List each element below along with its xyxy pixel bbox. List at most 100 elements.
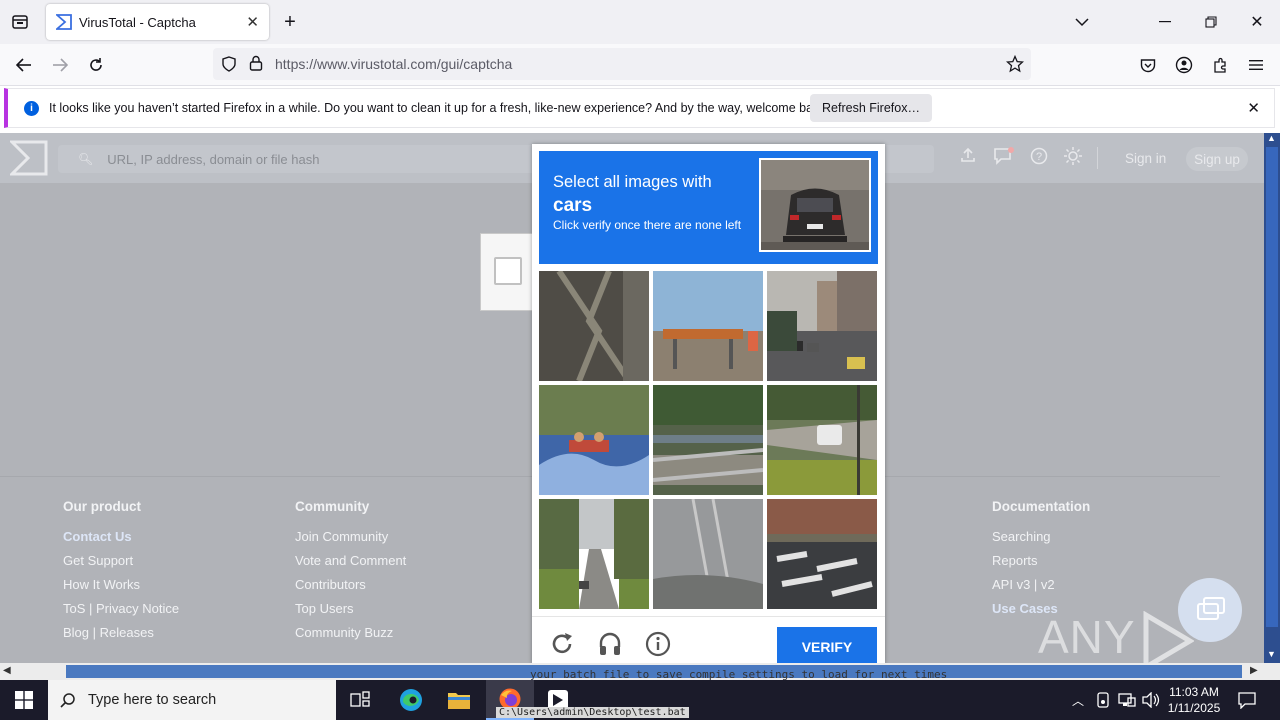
captcha-tile-5[interactable] [653, 385, 763, 495]
footer-link-how-it-works[interactable]: How It Works [63, 577, 179, 594]
notifications-icon[interactable] [994, 147, 1014, 170]
footer-link-vote-comment[interactable]: Vote and Comment [295, 553, 406, 570]
network-drive-icon[interactable] [1096, 692, 1110, 713]
vertical-scroll-thumb[interactable] [1266, 147, 1278, 627]
captcha-tile-6[interactable] [767, 385, 877, 495]
header-divider [1097, 147, 1098, 169]
task-view-button[interactable] [336, 680, 384, 720]
captcha-image-grid [539, 271, 878, 609]
recaptcha-checkbox[interactable] [494, 257, 522, 285]
pocket-icon[interactable] [1138, 55, 1158, 75]
url-bar[interactable]: https://www.virustotal.com/gui/captcha [213, 48, 1031, 80]
footer-link-blog[interactable]: Blog | Releases [63, 625, 179, 642]
virustotal-favicon-icon [56, 14, 72, 30]
captcha-tile-1[interactable] [539, 271, 649, 381]
captcha-instructions: Select all images with cars Click verify… [539, 151, 878, 264]
footer-link-join-community[interactable]: Join Community [295, 529, 406, 546]
minimize-icon[interactable] [1155, 12, 1175, 32]
bookmark-star-icon[interactable] [1005, 54, 1025, 76]
captcha-footer: VERIFY [532, 616, 885, 667]
theme-sun-icon[interactable] [1064, 147, 1082, 170]
footer-link-community-buzz[interactable]: Community Buzz [295, 625, 406, 642]
search-placeholder: URL, IP address, domain or file hash [107, 151, 320, 167]
window-close-icon[interactable]: ✕ [1247, 12, 1267, 32]
url-text[interactable]: https://www.virustotal.com/gui/captcha [275, 56, 512, 72]
system-clock[interactable]: 11:03 AM 1/11/2025 [1160, 684, 1228, 716]
info-help-icon[interactable] [645, 631, 671, 657]
menu-icon[interactable] [1246, 55, 1266, 75]
tab-close-icon[interactable]: ✕ [246, 13, 259, 31]
footer-link-api[interactable]: API v3 | v2 [992, 577, 1090, 594]
taskbar-edge[interactable] [387, 680, 435, 720]
sign-in-link[interactable]: Sign in [1125, 151, 1166, 166]
scroll-right-arrow-icon[interactable]: ▶ [1250, 665, 1258, 676]
extensions-icon[interactable] [1210, 55, 1230, 75]
footer-link-contact-us[interactable]: Contact Us [63, 529, 179, 546]
firefox-notification-bar: i It looks like you haven’t started Fire… [4, 88, 1275, 128]
notification-message: It looks like you haven’t started Firefo… [49, 101, 830, 115]
sign-up-button[interactable]: Sign up [1186, 147, 1248, 171]
refresh-firefox-button[interactable]: Refresh Firefox… [810, 94, 932, 122]
footer-link-tos[interactable]: ToS | Privacy Notice [63, 601, 179, 618]
restore-icon[interactable] [1201, 12, 1221, 32]
volume-icon[interactable] [1142, 691, 1160, 713]
captcha-prompt: Select all images with [553, 173, 712, 191]
scroll-down-arrow-icon[interactable]: ▼ [1267, 649, 1276, 659]
recaptcha-checkbox-widget [480, 233, 540, 311]
scroll-up-arrow-icon[interactable]: ▲ [1267, 133, 1276, 143]
captcha-tile-8[interactable] [653, 499, 763, 609]
svg-text:?: ? [1036, 151, 1042, 163]
clock-time: 11:03 AM [1169, 685, 1219, 699]
virustotal-logo-icon[interactable] [10, 140, 48, 176]
footer-col-community: Community Join Community Vote and Commen… [295, 499, 406, 649]
list-tabs-chevron-icon[interactable] [1072, 12, 1092, 32]
show-hidden-icons-chevron-icon[interactable]: ︿ [1072, 692, 1084, 709]
footer-link-contributors[interactable]: Contributors [295, 577, 406, 594]
captcha-tile-4[interactable] [539, 385, 649, 495]
notification-center-icon[interactable] [1238, 691, 1256, 714]
verify-button[interactable]: VERIFY [777, 627, 877, 667]
taskbar-search-box[interactable]: Type here to search [48, 680, 336, 720]
info-icon: i [24, 100, 39, 116]
help-icon[interactable]: ? [1030, 147, 1048, 170]
clock-date: 1/11/2025 [1167, 701, 1221, 715]
new-tab-icon[interactable]: + [280, 11, 300, 33]
captcha-tile-9[interactable] [767, 499, 877, 609]
lock-icon[interactable] [249, 55, 263, 74]
start-button[interactable] [0, 680, 48, 720]
footer-link-top-users[interactable]: Top Users [295, 601, 406, 618]
captcha-tile-3[interactable] [767, 271, 877, 381]
captcha-tile-7[interactable] [539, 499, 649, 609]
footer-heading: Our product [63, 499, 141, 514]
footer-link-searching[interactable]: Searching [992, 529, 1090, 546]
footer-link-reports[interactable]: Reports [992, 553, 1090, 570]
scroll-corner [1264, 663, 1280, 680]
browser-tab[interactable]: VirusTotal - Captcha ✕ [46, 4, 269, 40]
windows-taskbar: Type here to search ︿ 11:03 AM 1/11/2025… [0, 680, 1280, 720]
footer-link-get-support[interactable]: Get Support [63, 553, 179, 570]
captcha-tile-2[interactable] [653, 271, 763, 381]
footer-col-our-product: Our product Contact Us Get Support How I… [63, 499, 179, 649]
scroll-left-arrow-icon[interactable]: ◀ [3, 665, 11, 676]
captcha-sample-image [759, 158, 871, 252]
windows-logo-icon [15, 691, 33, 709]
captcha-hint: Click verify once there are none left [553, 218, 742, 232]
network-icon[interactable] [1118, 692, 1136, 713]
reload-icon[interactable] [86, 55, 106, 75]
search-icon [60, 693, 75, 708]
back-icon[interactable] [14, 55, 34, 75]
upload-icon[interactable] [960, 147, 976, 168]
notification-close-icon[interactable]: ✕ [1247, 99, 1260, 117]
tracking-shield-icon[interactable] [221, 56, 237, 75]
vertical-scrollbar[interactable]: ▲ ▼ [1264, 133, 1280, 663]
firefox-view-icon[interactable] [10, 12, 30, 32]
taskbar-file-explorer[interactable] [435, 680, 483, 720]
footer-heading: Community [295, 499, 370, 514]
footer-heading: Documentation [992, 499, 1091, 514]
task-view-icon [350, 691, 370, 707]
forward-icon[interactable] [50, 55, 70, 75]
account-icon[interactable] [1174, 55, 1194, 75]
tab-strip: VirusTotal - Captcha ✕ + ✕ [0, 0, 1280, 44]
audio-challenge-icon[interactable] [597, 631, 623, 657]
reload-challenge-icon[interactable] [549, 631, 575, 657]
